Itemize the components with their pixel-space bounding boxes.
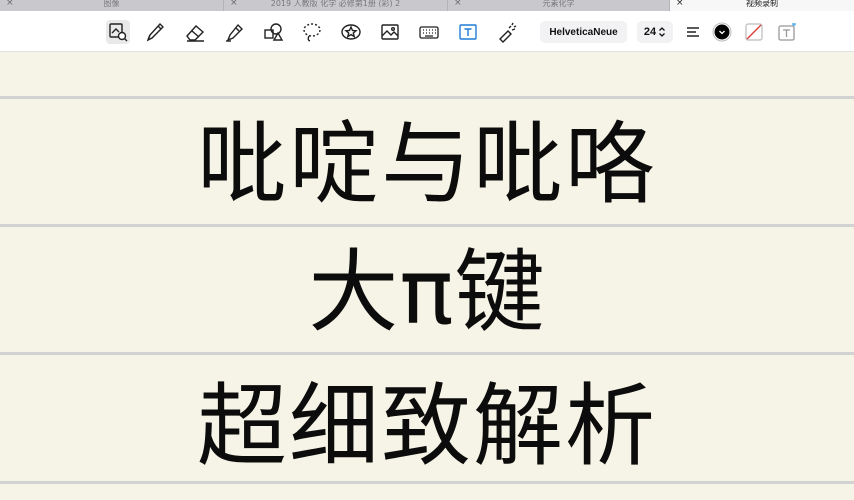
align-left-icon <box>687 27 699 37</box>
tab-video-recording[interactable]: × 视频录制 <box>670 0 854 11</box>
eraser-tool-button[interactable] <box>183 20 207 44</box>
ruled-line <box>0 224 854 227</box>
text-style-icon <box>778 23 796 41</box>
tab-close-icon[interactable]: × <box>230 0 238 9</box>
eraser-icon <box>186 25 205 42</box>
ruled-line <box>0 352 854 355</box>
image-icon <box>381 24 399 40</box>
font-size-value: 24 <box>643 26 657 38</box>
text-box-tool-button[interactable] <box>456 20 480 44</box>
highlighter-icon <box>226 23 243 42</box>
tab-images[interactable]: × 图像 <box>0 0 224 11</box>
keyboard-tool-button[interactable] <box>417 20 441 44</box>
lasso-tool-button[interactable] <box>300 20 324 44</box>
shapes-tool-button[interactable] <box>261 20 285 44</box>
fill-color-button[interactable] <box>742 20 766 44</box>
drawing-toolbar: HelveticaNeue 24 <box>0 11 854 52</box>
zoom-select-icon <box>109 23 128 42</box>
zoom-select-tool-button[interactable] <box>106 20 130 44</box>
laser-pointer-icon <box>499 22 517 43</box>
font-family-selector[interactable]: HelveticaNeue <box>540 21 627 43</box>
title-line-3[interactable]: 超细致解析 <box>0 382 854 472</box>
shapes-icon <box>264 23 284 41</box>
tab-label: 图像 <box>103 0 120 8</box>
tab-label: 元素化学 <box>542 0 575 8</box>
font-size-stepper[interactable]: 24 <box>637 21 673 43</box>
tab-close-icon[interactable]: × <box>454 0 462 9</box>
pen-tool-button[interactable] <box>143 20 167 44</box>
lasso-icon <box>303 23 321 42</box>
pen-icon <box>146 22 164 42</box>
note-page: 吡啶与吡咯 大π键 超细致解析 <box>0 52 854 500</box>
ruled-line <box>0 96 854 99</box>
tab-label: 2019 人教版 化学 必修第1册 (彩) 2 <box>270 0 401 8</box>
tab-textbook[interactable]: × 2019 人教版 化学 必修第1册 (彩) 2 <box>224 0 448 11</box>
image-tool-button[interactable] <box>378 20 402 44</box>
font-family-label: HelveticaNeue <box>549 26 618 38</box>
sticker-icon <box>341 24 361 40</box>
no-fill-icon <box>745 23 763 41</box>
text-color-button[interactable] <box>710 20 734 44</box>
laser-pointer-tool-button[interactable] <box>495 20 519 44</box>
chevron-up-down-icon <box>659 27 666 37</box>
highlighter-tool-button[interactable] <box>222 20 246 44</box>
title-line-2[interactable]: 大π键 <box>0 248 854 338</box>
tab-close-icon[interactable]: × <box>6 0 14 9</box>
sticker-tool-button[interactable] <box>339 20 363 44</box>
color-swatch-icon <box>712 22 732 42</box>
keyboard-icon <box>419 26 439 39</box>
text-box-icon <box>459 24 477 40</box>
ruled-line <box>0 481 854 484</box>
text-style-button[interactable] <box>775 20 799 44</box>
tab-close-icon[interactable]: × <box>676 0 684 9</box>
tab-bar: × 图像 × 2019 人教版 化学 必修第1册 (彩) 2 × 元素化学 × … <box>0 0 854 11</box>
tab-element-chemistry[interactable]: × 元素化学 <box>448 0 670 11</box>
title-line-1[interactable]: 吡啶与吡咯 <box>0 120 854 210</box>
tab-label: 视频录制 <box>746 0 778 8</box>
text-align-button[interactable] <box>681 20 705 44</box>
